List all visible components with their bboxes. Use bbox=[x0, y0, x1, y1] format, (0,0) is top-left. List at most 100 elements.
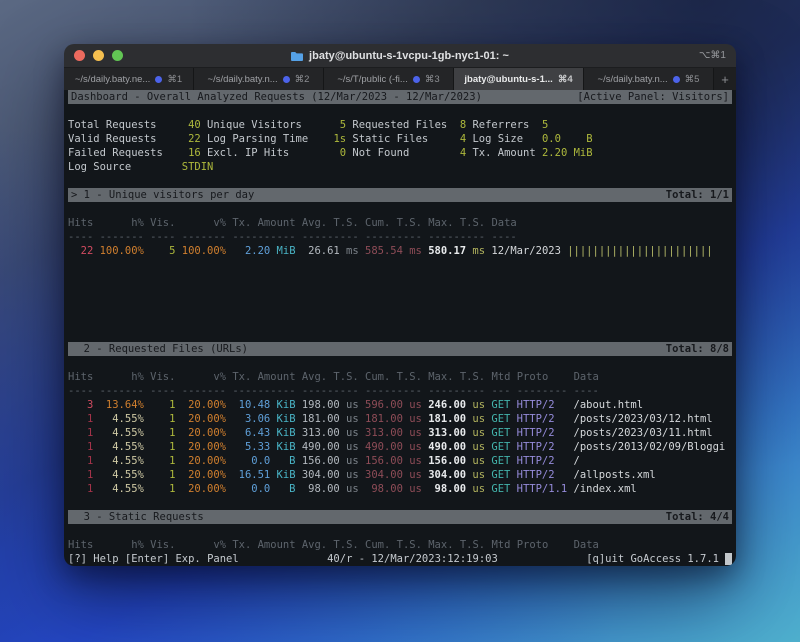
blank-line bbox=[68, 104, 732, 118]
blank-line bbox=[68, 174, 732, 188]
col-header: Data bbox=[574, 538, 732, 552]
col-header: h% bbox=[100, 370, 144, 384]
rule: ---- bbox=[68, 230, 93, 244]
protocol-cell: HTTP/2 bbox=[517, 468, 568, 482]
protocol-cell: HTTP/2 bbox=[517, 412, 568, 426]
avg-ts-cell: 198.00 bbox=[302, 398, 340, 412]
avg-ts-cell: 181.00 bbox=[302, 412, 340, 426]
avg-ts-unit: us bbox=[346, 454, 359, 468]
blank-line bbox=[68, 300, 732, 314]
terminal-window: jbaty@ubuntu-s-1vcpu-1gb-nyc1-01: ~ ⌥⌘1 … bbox=[64, 44, 736, 566]
tab-3[interactable]: ~/s/T/public (-fi... ⌘3 bbox=[324, 68, 454, 90]
hits-cell: 1 bbox=[68, 426, 93, 440]
tab-label: ~/s/T/public (-fi... bbox=[337, 74, 407, 85]
new-tab-button[interactable]: + bbox=[714, 68, 736, 90]
rule: ---------- bbox=[232, 230, 295, 244]
method-cell: GET bbox=[491, 398, 510, 412]
col-header: h% bbox=[100, 216, 144, 230]
tx-unit-cell: B bbox=[277, 454, 296, 468]
visitors-percent-cell: 20.00% bbox=[182, 412, 226, 426]
protocol-cell: HTTP/2 bbox=[517, 426, 568, 440]
max-ts-unit: us bbox=[472, 454, 485, 468]
col-header: Tx. Amount bbox=[232, 370, 295, 384]
avg-ts-unit: us bbox=[346, 412, 359, 426]
date-cell: 12/Mar/2023 bbox=[491, 244, 561, 258]
panel3-total: Total: 4/4 bbox=[666, 510, 729, 524]
tab-5[interactable]: ~/s/daily.baty.n... ⌘5 bbox=[584, 68, 714, 90]
hits-percent-cell: 4.55% bbox=[100, 426, 144, 440]
table-row: 14.55%120.00%0.0B156.00us156.00us156.00u… bbox=[68, 454, 732, 468]
visitors-cell: 1 bbox=[150, 482, 175, 496]
cum-ts-unit: us bbox=[409, 468, 422, 482]
method-cell: GET bbox=[491, 468, 510, 482]
rule: ---------- bbox=[232, 384, 295, 398]
tx-unit-cell: KiB bbox=[277, 426, 296, 440]
col-header: Data bbox=[574, 370, 732, 384]
visitors-percent-cell: 20.00% bbox=[182, 398, 226, 412]
tab-2[interactable]: ~/s/daily.baty.n... ⌘2 bbox=[194, 68, 324, 90]
col-header: Proto bbox=[517, 538, 568, 552]
url-cell: /posts/2023/03/11.html bbox=[574, 426, 732, 440]
visitors-cell: 1 bbox=[150, 412, 175, 426]
panel3-header-bar: 3 - Static Requests Total: 4/4 bbox=[68, 510, 732, 524]
tx-amount-cell: 3.06 bbox=[232, 412, 270, 426]
method-cell: GET bbox=[491, 440, 510, 454]
activity-dot-icon bbox=[283, 76, 290, 83]
minimize-button[interactable] bbox=[93, 50, 104, 61]
col-header: Vis. bbox=[150, 216, 175, 230]
window-shortcut-hint: ⌥⌘1 bbox=[699, 50, 726, 61]
summary-value: STDIN bbox=[182, 160, 732, 174]
hits-percent-cell: 13.64% bbox=[100, 398, 144, 412]
url-cell: /about.html bbox=[574, 398, 732, 412]
tab-1[interactable]: ~/s/daily.baty.ne... ⌘1 bbox=[64, 68, 194, 90]
avg-ts-cell: 98.00 bbox=[302, 482, 340, 496]
panel2-header-rule: ----------------------------------------… bbox=[68, 384, 732, 398]
summary-label: Log Source bbox=[68, 160, 175, 174]
col-header: Vis. bbox=[150, 538, 175, 552]
col-header: Tx. Amount bbox=[232, 216, 295, 230]
tx-amount-cell: 10.48 bbox=[232, 398, 270, 412]
close-button[interactable] bbox=[74, 50, 85, 61]
tab-bar: ~/s/daily.baty.ne... ⌘1 ~/s/daily.baty.n… bbox=[64, 68, 736, 90]
cum-ts-cell: 585.54 bbox=[365, 244, 403, 258]
hits-percent-cell: 4.55% bbox=[100, 468, 144, 482]
col-header: h% bbox=[100, 538, 144, 552]
tab-shortcut: ⌘3 bbox=[425, 74, 440, 85]
col-header: v% bbox=[182, 216, 226, 230]
summary-label: Failed Requests bbox=[68, 146, 175, 160]
max-ts-cell: 304.00 bbox=[428, 468, 466, 482]
summary-value: 5 bbox=[542, 118, 732, 132]
summary-row: Total Requests40Unique Visitors5Requeste… bbox=[68, 118, 732, 132]
col-header: Max. T.S. bbox=[428, 538, 485, 552]
url-cell: / bbox=[574, 454, 732, 468]
max-ts-unit: us bbox=[472, 482, 485, 496]
terminal-cursor bbox=[725, 553, 732, 565]
max-ts-cell: 313.00 bbox=[428, 426, 466, 440]
terminal-screen[interactable]: Dashboard - Overall Analyzed Requests (1… bbox=[64, 90, 736, 566]
blank-line bbox=[68, 314, 732, 328]
window-titlebar[interactable]: jbaty@ubuntu-s-1vcpu-1gb-nyc1-01: ~ ⌥⌘1 bbox=[64, 44, 736, 68]
visitors-cell: 1 bbox=[150, 454, 175, 468]
traffic-lights bbox=[64, 50, 123, 61]
table-row: 14.55%120.00%5.33KiB490.00us490.00us490.… bbox=[68, 440, 732, 454]
blank-line bbox=[68, 202, 732, 216]
max-ts-cell: 98.00 bbox=[428, 482, 466, 496]
hits-percent-cell: 4.55% bbox=[100, 482, 144, 496]
tx-unit-cell: KiB bbox=[277, 468, 296, 482]
table-row: 14.55%120.00%0.0B98.00us98.00us98.00usGE… bbox=[68, 482, 732, 496]
zoom-button[interactable] bbox=[112, 50, 123, 61]
col-header: Mtd bbox=[491, 370, 510, 384]
cum-ts-cell: 181.00 bbox=[365, 412, 403, 426]
url-cell: /index.xml bbox=[574, 482, 732, 496]
cum-ts-unit: us bbox=[409, 440, 422, 454]
col-header: Hits bbox=[68, 538, 93, 552]
rule: --------- bbox=[428, 230, 485, 244]
summary-value: 4 bbox=[460, 132, 466, 146]
avg-ts-cell: 26.61 bbox=[302, 244, 340, 258]
col-header: Cum. T.S. bbox=[365, 538, 422, 552]
tab-4-active[interactable]: jbaty@ubuntu-s-1... ⌘4 bbox=[454, 68, 584, 90]
rule: ---- bbox=[574, 384, 732, 398]
col-header: Vis. bbox=[150, 370, 175, 384]
method-cell: GET bbox=[491, 412, 510, 426]
visitors-cell: 1 bbox=[150, 440, 175, 454]
